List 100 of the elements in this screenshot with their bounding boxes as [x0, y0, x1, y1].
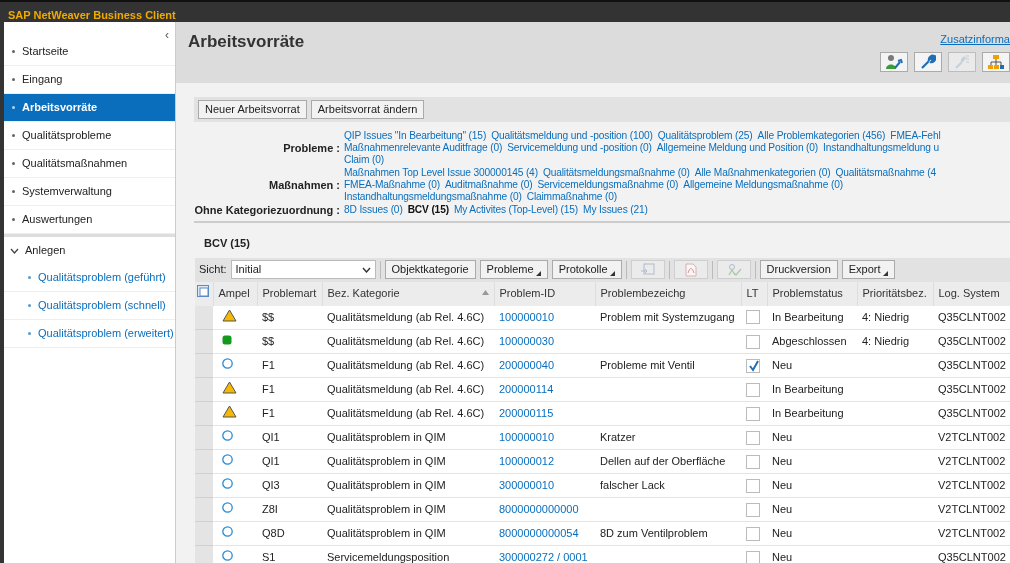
- nav-link[interactable]: Qualitätsproblem (schnell): [4, 292, 175, 320]
- status-circle-icon: [222, 478, 233, 490]
- additional-info-link[interactable]: Zusatzinforma: [940, 31, 1010, 48]
- row-selector[interactable]: [195, 473, 213, 498]
- id-link[interactable]: 100000012: [499, 455, 555, 468]
- category-link[interactable]: My Issues (21): [583, 204, 648, 216]
- toolbar-button[interactable]: Objektkategorie: [384, 260, 476, 279]
- checkbox[interactable]: [746, 550, 760, 563]
- checkbox[interactable]: [746, 358, 760, 373]
- nav-item[interactable]: Auswertungen: [4, 206, 175, 234]
- checkbox[interactable]: [746, 502, 760, 517]
- id-link[interactable]: 8000000000054: [499, 527, 579, 540]
- category-link[interactable]: Qualitätsmaßnahme (4: [835, 167, 937, 179]
- column-settings-icon[interactable]: [195, 281, 213, 306]
- table-cell: Q35CLNT002: [933, 401, 1010, 426]
- menu-button[interactable]: Probleme: [479, 260, 548, 279]
- user-wrench-icon[interactable]: [880, 52, 908, 72]
- category-link[interactable]: Servicemeldungsmaßnahme (0): [537, 179, 679, 191]
- checkbox[interactable]: [746, 310, 760, 325]
- category-link[interactable]: 8D Issues (0): [344, 204, 403, 216]
- toolbar-button[interactable]: Neuer Arbeitsvorrat: [198, 100, 307, 119]
- table-cell: QI3: [257, 473, 322, 498]
- category-link[interactable]: Instandhaltungsmeldungsmaßnahme (0): [344, 191, 522, 203]
- row-selector[interactable]: [195, 329, 213, 354]
- category-link[interactable]: Allgemeine Meldung und Position (0): [656, 142, 819, 154]
- category-link[interactable]: Qualitätsmeldung und -position (100): [491, 130, 653, 142]
- category-link[interactable]: FMEA-Maßnahme (0): [344, 179, 440, 191]
- status-circle-icon: [222, 358, 233, 370]
- category-link[interactable]: Allgemeine Meldungsmaßnahme (0): [683, 179, 843, 191]
- table-cell: Q8D: [257, 521, 322, 546]
- category-link[interactable]: Qualitätsproblem (25): [657, 130, 753, 142]
- id-link[interactable]: 100000010: [499, 311, 555, 323]
- table-cell: S1: [257, 545, 322, 563]
- menu-button[interactable]: Protokolle: [551, 260, 622, 279]
- hierarchy-icon[interactable]: [982, 52, 1010, 72]
- id-link[interactable]: 100000010: [499, 431, 555, 444]
- wrench-icon[interactable]: [914, 52, 942, 72]
- row-selector[interactable]: [195, 521, 213, 546]
- id-link[interactable]: 200000040: [499, 359, 555, 372]
- nav-item[interactable]: Qualitätsmaßnahmen: [4, 150, 175, 178]
- table-cell: Problem mit Systemzugang: [595, 305, 741, 330]
- id-link[interactable]: 300000272 / 0001: [499, 551, 588, 563]
- category-link[interactable]: QIP Issues "In Bearbeitung" (15): [344, 130, 487, 142]
- warning-icon: [222, 308, 237, 322]
- column-header[interactable]: Problemstatus: [767, 281, 857, 306]
- category-link[interactable]: Maßnahmen Top Level Issue 300000145 (4): [344, 167, 538, 179]
- id-link[interactable]: 8000000000000: [499, 503, 579, 516]
- category-link[interactable]: BCV (15): [407, 204, 449, 216]
- column-header[interactable]: Problem-ID: [494, 281, 595, 306]
- category-link[interactable]: Qualitätsmeldungsmaßnahme (0): [542, 167, 690, 179]
- category-link[interactable]: Maßnahmenrelevante Auditfrage (0): [344, 142, 503, 154]
- category-link[interactable]: My Activites (Top-Level) (15): [453, 204, 579, 216]
- row-selector[interactable]: [195, 377, 213, 402]
- column-header[interactable]: Bez. Kategorie: [322, 281, 494, 306]
- dropdown-caret-icon: [361, 266, 371, 273]
- checkbox[interactable]: [746, 334, 760, 349]
- row-selector[interactable]: [195, 449, 213, 474]
- checkbox[interactable]: [746, 526, 760, 541]
- row-selector[interactable]: [195, 353, 213, 378]
- warning-icon: [222, 380, 237, 394]
- id-link[interactable]: 200000114: [499, 383, 554, 396]
- nav-link[interactable]: Qualitätsproblem (erweitert): [4, 320, 175, 348]
- row-selector[interactable]: [195, 401, 213, 426]
- id-link[interactable]: 100000030: [499, 335, 555, 348]
- table-cell: F1: [257, 401, 322, 426]
- sort-icon[interactable]: [481, 290, 489, 296]
- toolbar-button[interactable]: Druckversion: [759, 260, 838, 279]
- category-link[interactable]: Servicemeldung und -position (0): [507, 142, 652, 154]
- menu-corner-icon: [535, 271, 541, 276]
- category-link[interactable]: Instandhaltungsmeldung u: [823, 142, 939, 154]
- category-link[interactable]: Alle Problemkategorien (456): [757, 130, 886, 142]
- view-dropdown[interactable]: Initial: [230, 260, 376, 279]
- menu-button[interactable]: Export: [841, 260, 895, 279]
- table-cell: 4: Niedrig: [857, 329, 933, 354]
- nav-link[interactable]: Qualitätsproblem (geführt): [4, 264, 175, 292]
- id-link[interactable]: 200000115: [499, 407, 554, 420]
- checkbox[interactable]: [746, 406, 760, 421]
- category-link[interactable]: Claimmaßnahme (0): [526, 191, 617, 203]
- checkbox[interactable]: [746, 382, 760, 397]
- checkbox[interactable]: [746, 478, 760, 493]
- table-cell: QI1: [257, 425, 322, 450]
- row-selector[interactable]: [195, 497, 213, 522]
- nav-item[interactable]: Qualitätsprobleme: [4, 122, 175, 150]
- table-cell: V2TCLNT002: [933, 521, 1010, 546]
- checkbox[interactable]: [746, 454, 760, 469]
- nav-item[interactable]: Startseite: [4, 38, 175, 66]
- row-selector[interactable]: [195, 425, 213, 450]
- checkbox[interactable]: [746, 430, 760, 445]
- table-cell: Q35CLNT002: [933, 545, 1010, 563]
- column-header[interactable]: Problembezeichg: [595, 281, 741, 306]
- table-cell: Qualitätsmeldung (ab Rel. 4.6C): [322, 305, 494, 330]
- category-link[interactable]: Claim (0): [344, 154, 384, 166]
- nav-item[interactable]: Systemverwaltung: [4, 178, 175, 206]
- nav-item[interactable]: Arbeitsvorräte: [4, 94, 175, 122]
- category-link[interactable]: FMEA-Fehl: [890, 130, 941, 142]
- toolbar-button[interactable]: Arbeitsvorrat ändern: [310, 100, 425, 119]
- category-link[interactable]: Alle Maßnahmenkategorien (0): [694, 167, 831, 179]
- table-cell: $$: [257, 329, 322, 354]
- category-link[interactable]: Auditmaßnahme (0): [444, 179, 533, 191]
- id-link[interactable]: 300000010: [499, 479, 555, 492]
